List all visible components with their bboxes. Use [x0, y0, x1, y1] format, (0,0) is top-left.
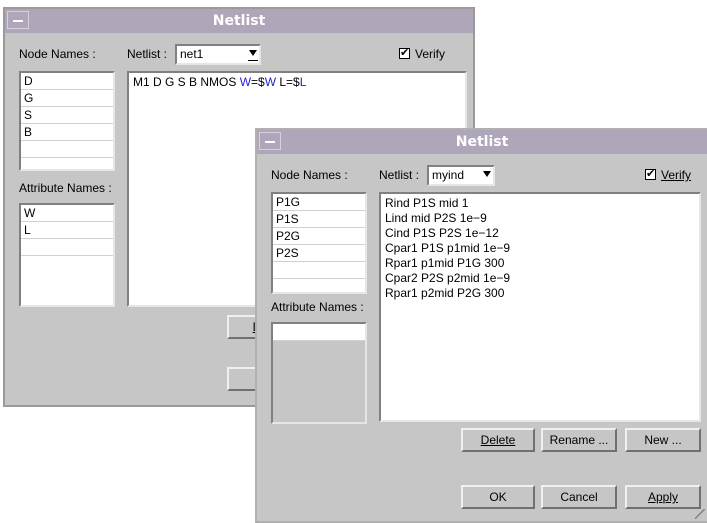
- list-item[interactable]: D: [21, 73, 113, 90]
- title-bar[interactable]: Netlist: [5, 9, 473, 33]
- checkmark-icon: [399, 46, 410, 60]
- netlist-line: Rpar1 p1mid P1G 300: [385, 256, 505, 270]
- list-item-empty[interactable]: [21, 141, 113, 158]
- attribute-names-label: Attribute Names :: [19, 181, 112, 195]
- window-title: Netlist: [455, 134, 509, 150]
- cancel-button[interactable]: Cancel: [541, 485, 617, 509]
- list-item-empty[interactable]: [273, 324, 365, 341]
- netlist-line: Cpar1 P1S p1mid 1e−9: [385, 241, 511, 255]
- netlist-line: Cind P1S P2S 1e−12: [385, 226, 499, 240]
- node-names-label: Node Names :: [19, 47, 96, 61]
- title-bar[interactable]: Netlist: [257, 130, 707, 154]
- attribute-names-list[interactable]: [271, 322, 367, 424]
- list-item[interactable]: G: [21, 90, 113, 107]
- list-item[interactable]: L: [21, 222, 113, 239]
- netlist-line: Rind P1S mid 1: [385, 196, 469, 210]
- resize-grip-icon[interactable]: [695, 509, 705, 519]
- netlist-select[interactable]: myind: [427, 165, 495, 186]
- netlist-label: Netlist :: [379, 168, 420, 182]
- attribute-names-list[interactable]: W L: [19, 203, 115, 307]
- netlist-text-area[interactable]: Rind P1S mid 1 Lind mid P2S 1e−9 Cind P1S …: [379, 192, 701, 422]
- netlist-select[interactable]: net1: [175, 44, 261, 65]
- window-title: Netlist: [212, 13, 266, 29]
- list-item-empty[interactable]: [273, 262, 365, 279]
- node-names-label: Node Names :: [271, 168, 348, 182]
- chevron-down-icon: [249, 50, 257, 56]
- ok-button[interactable]: OK: [461, 485, 535, 509]
- new-button[interactable]: New ...: [625, 428, 701, 452]
- netlist-window-front: Netlist Node Names : P1G P1S P2G P2S Att…: [255, 128, 707, 523]
- attribute-names-label: Attribute Names :: [271, 300, 364, 314]
- netlist-label: Netlist :: [127, 47, 168, 61]
- netlist-line: Lind mid P2S 1e−9: [385, 211, 487, 225]
- list-item[interactable]: P1S: [273, 211, 365, 228]
- list-item[interactable]: P2G: [273, 228, 365, 245]
- netlist-line: Rpar1 p2mid P2G 300: [385, 286, 505, 300]
- netlist-select-value: myind: [432, 168, 465, 182]
- verify-checkbox[interactable]: Verify: [399, 46, 445, 61]
- netlist-line: Cpar2 P2S p2mid 1e−9: [385, 271, 511, 285]
- node-names-list[interactable]: D G S B: [19, 71, 115, 171]
- list-item-empty[interactable]: [21, 239, 113, 256]
- list-item[interactable]: W: [21, 205, 113, 222]
- checkmark-icon: [645, 167, 656, 181]
- verify-checkbox[interactable]: Verify: [645, 167, 691, 182]
- netlist-select-value: net1: [180, 47, 204, 61]
- list-item[interactable]: P2S: [273, 245, 365, 262]
- rename-button[interactable]: Rename ...: [541, 428, 617, 452]
- apply-button[interactable]: Apply: [625, 485, 701, 509]
- list-item[interactable]: S: [21, 107, 113, 124]
- chevron-down-icon: [483, 171, 491, 177]
- list-item[interactable]: P1G: [273, 194, 365, 211]
- delete-button[interactable]: Delete: [461, 428, 535, 452]
- node-names-list[interactable]: P1G P1S P2G P2S: [271, 192, 367, 294]
- list-item[interactable]: B: [21, 124, 113, 141]
